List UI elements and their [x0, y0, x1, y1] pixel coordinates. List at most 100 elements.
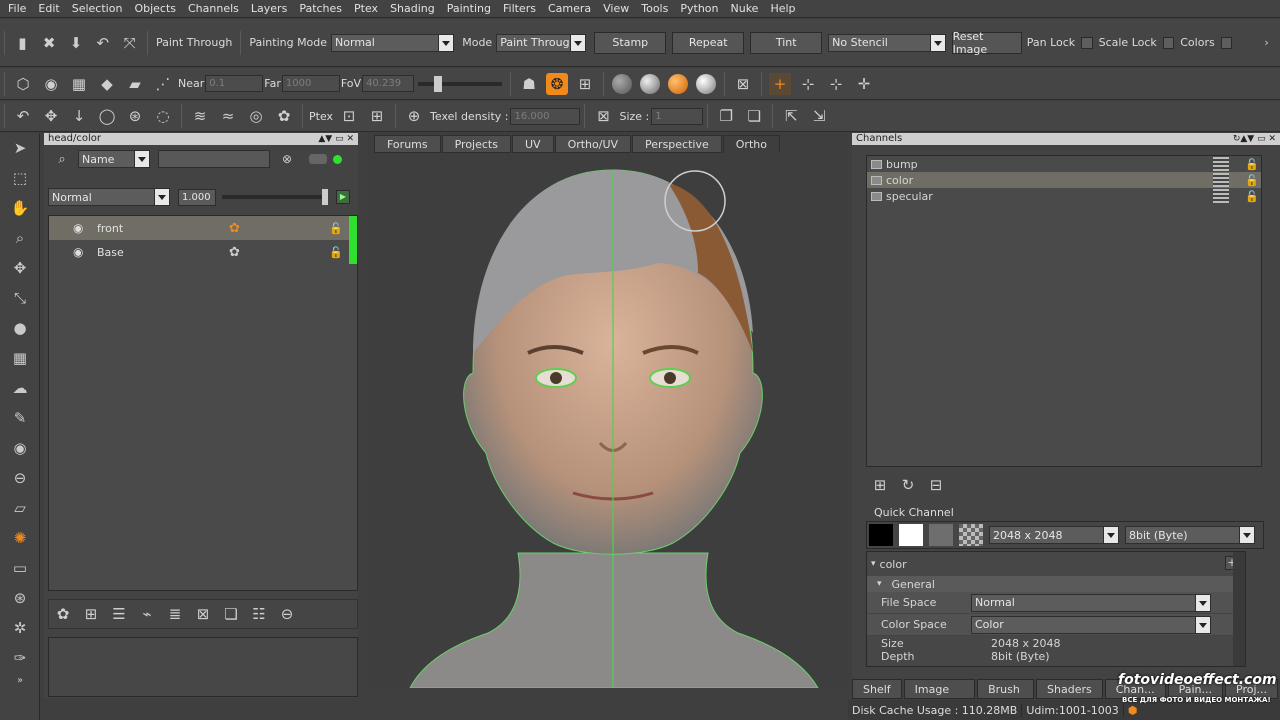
colors-checkbox[interactable] [1220, 36, 1233, 49]
copy-icon[interactable]: ❐ [715, 105, 737, 127]
quick-depth-select[interactable]: 8bit (Byte) [1125, 526, 1255, 544]
undo-icon[interactable]: ↶ [12, 105, 34, 127]
align-y-icon[interactable]: ⊹ [825, 73, 847, 95]
tab-ortho[interactable]: Ortho [722, 135, 780, 153]
grey-swatch[interactable] [929, 524, 953, 546]
eraser-icon[interactable]: ▱ [0, 493, 40, 523]
channel-row[interactable]: specular 🔓 [867, 188, 1261, 204]
tab-orthouv[interactable]: Ortho/UV [554, 135, 632, 153]
white-swatch[interactable] [899, 524, 923, 546]
flat-icon[interactable]: ▰ [124, 73, 146, 95]
stamp-button[interactable]: Stamp [594, 31, 667, 54]
camera-icon[interactable]: ◉ [40, 73, 62, 95]
select-arrow-icon[interactable]: ➤ [0, 133, 40, 163]
fov-slider[interactable] [418, 75, 503, 92]
far-input[interactable]: 1000 [281, 75, 340, 92]
painting-mode-select[interactable]: Normal [331, 33, 455, 52]
paste-icon[interactable]: ❏ [743, 105, 765, 127]
add-layer-icon[interactable]: ⊞ [80, 603, 102, 625]
mode-select[interactable]: Paint Through [496, 33, 587, 52]
channel-row[interactable]: color 🔓 [867, 172, 1261, 188]
texel-density-input[interactable]: 16.000 [510, 107, 581, 125]
properties-scrollbar[interactable] [1233, 552, 1245, 666]
new-file-icon[interactable]: ▮ [12, 32, 33, 54]
menu-shading[interactable]: Shading [384, 2, 441, 15]
gradient-icon[interactable]: ▭ [0, 553, 40, 583]
size-input[interactable]: 1 [651, 107, 704, 125]
expand-arrow-icon[interactable]: › [1256, 32, 1277, 54]
scale-lock-checkbox[interactable] [1162, 36, 1175, 49]
paint-brush-icon[interactable]: ✺ [0, 523, 40, 553]
more-tools-icon[interactable]: » [0, 673, 40, 687]
opacity-input[interactable]: 1.000 [178, 188, 216, 206]
menu-selection[interactable]: Selection [66, 2, 129, 15]
menu-edit[interactable]: Edit [32, 2, 65, 15]
grid-tool-icon[interactable]: ▦ [0, 343, 40, 373]
head-model[interactable] [368, 153, 848, 688]
transform-icon[interactable]: ⇱ [780, 105, 802, 127]
clone-icon[interactable]: ⊛ [0, 583, 40, 613]
shade-spec-icon[interactable] [696, 73, 717, 94]
near-input[interactable]: 0.1 [205, 75, 264, 92]
blend-mode-select[interactable]: Normal [48, 188, 170, 206]
refresh-channel-icon[interactable]: ↻ [897, 474, 919, 496]
pan-lock-checkbox[interactable] [1081, 36, 1093, 49]
menu-nuke[interactable]: Nuke [725, 2, 765, 15]
quick-size-select[interactable]: 2048 x 2048 [989, 526, 1119, 544]
flatten-layer-icon[interactable]: ≣ [164, 603, 186, 625]
panel-controls-icon[interactable]: ▲▼ ▭ ✕ [318, 133, 354, 145]
lock-icon[interactable]: 🔓 [329, 222, 343, 235]
paint-palette-icon[interactable]: ✿ [229, 221, 240, 236]
ptex-edit-icon[interactable]: ⊡ [338, 105, 360, 127]
toggle-switch[interactable] [309, 154, 327, 164]
filter-select[interactable]: Name [78, 150, 150, 168]
menu-objects[interactable]: Objects [128, 2, 182, 15]
dodge-icon[interactable]: ◉ [0, 433, 40, 463]
grid-icon[interactable]: ▦ [68, 73, 90, 95]
menu-layers[interactable]: Layers [245, 2, 293, 15]
menu-tools[interactable]: Tools [635, 2, 674, 15]
tint-button[interactable]: Tint [750, 31, 823, 54]
adjust-layer-icon[interactable]: ⌁ [136, 603, 158, 625]
add-channel-icon[interactable]: ⊞ [869, 474, 891, 496]
marquee-select-icon[interactable]: ⬚ [0, 163, 40, 193]
menu-filters[interactable]: Filters [497, 2, 542, 15]
fov-slider-handle[interactable] [434, 75, 443, 92]
link-icon[interactable]: ⤧ [119, 32, 140, 54]
collapse-arrow-icon[interactable]: ▾ [871, 559, 876, 569]
layer-row[interactable]: ◉ front ✿ 🔓 [49, 216, 357, 240]
cube-view-icon[interactable]: ⬡ [12, 73, 34, 95]
menu-ptex[interactable]: Ptex [348, 2, 384, 15]
checker-swatch[interactable] [959, 524, 983, 546]
menu-camera[interactable]: Camera [542, 2, 597, 15]
reset-image-button[interactable]: Reset Image [951, 30, 1022, 56]
panel-controls-icon[interactable]: ↻▲▼ ▭ ✕ [1233, 133, 1276, 145]
menu-channels[interactable]: Channels [182, 2, 245, 15]
settings-gear-icon[interactable]: ✲ [0, 613, 40, 643]
channel-row[interactable]: bump 🔓 [867, 156, 1261, 172]
transform-tool-icon[interactable]: ⤡ [0, 283, 40, 313]
file-space-select[interactable]: Normal [971, 593, 1211, 612]
eyedropper-icon[interactable]: ✑ [0, 643, 40, 673]
black-swatch[interactable] [869, 524, 893, 546]
opacity-slider[interactable] [222, 189, 328, 205]
save-icon[interactable]: ⬇ [66, 32, 87, 54]
tab-projects[interactable]: Projects [441, 135, 511, 153]
visibility-eye-icon[interactable]: ◉ [73, 221, 89, 235]
menu-file[interactable]: File [2, 2, 32, 15]
rotate-icon[interactable]: ◯ [96, 105, 118, 127]
tab-forums[interactable]: Forums [374, 135, 441, 153]
uv-head-icon[interactable]: ⊞ [574, 73, 596, 95]
delete-layer-icon[interactable]: ⊖ [276, 603, 298, 625]
head-icon[interactable]: ☗ [518, 73, 540, 95]
orbit-icon[interactable]: ⊛ [124, 105, 146, 127]
delete-channel-icon[interactable]: ⊟ [925, 474, 947, 496]
move-icon[interactable]: ✥ [40, 105, 62, 127]
globe-icon[interactable]: ⊕ [403, 105, 425, 127]
shade-lit-icon[interactable] [640, 73, 661, 94]
ptex-grid-icon[interactable]: ⊞ [366, 105, 388, 127]
eye-show-icon[interactable]: ◎ [245, 105, 267, 127]
lock-icon[interactable]: 🔓 [1245, 174, 1259, 187]
prop-group-row[interactable]: ▾ General [867, 576, 1245, 592]
menu-help[interactable]: Help [764, 2, 801, 15]
